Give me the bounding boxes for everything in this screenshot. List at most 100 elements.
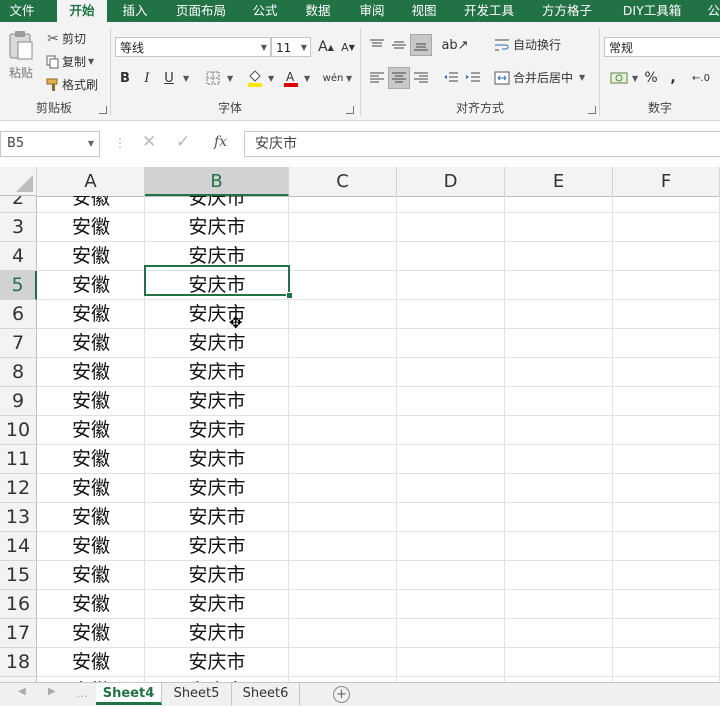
- cell-a[interactable]: 安徽: [37, 503, 145, 532]
- chevron-down-icon[interactable]: ▼: [304, 74, 310, 83]
- align-left-button[interactable]: [366, 67, 388, 89]
- tab-formulas-2[interactable]: 公式: [700, 0, 720, 22]
- increase-indent-button[interactable]: [462, 67, 484, 89]
- cell-a[interactable]: 安徽: [37, 329, 145, 358]
- chevron-down-icon[interactable]: ▼: [346, 74, 352, 83]
- row-header[interactable]: 6: [0, 300, 37, 329]
- row-header[interactable]: 9: [0, 387, 37, 416]
- cell-b[interactable]: 安庆市: [145, 648, 289, 677]
- cell-b[interactable]: 安庆市: [145, 387, 289, 416]
- format-painter-button[interactable]: 格式刷: [44, 76, 98, 93]
- tab-developer[interactable]: 开发工具: [456, 0, 522, 22]
- scroll-left-icon[interactable]: ◀: [18, 686, 26, 697]
- bold-button[interactable]: B: [114, 67, 136, 89]
- cell-b[interactable]: 安庆市: [145, 196, 289, 213]
- cell-b[interactable]: 安庆市: [145, 503, 289, 532]
- grow-font-button[interactable]: A ▲: [315, 36, 337, 58]
- orientation-button[interactable]: ab↗: [440, 34, 470, 56]
- fill-color-button[interactable]: [244, 67, 266, 89]
- tab-fangfang[interactable]: 方方格子: [534, 0, 600, 22]
- cell-a[interactable]: 安徽: [37, 416, 145, 445]
- tab-home[interactable]: 开始: [57, 0, 107, 22]
- formula-input[interactable]: 安庆市: [244, 131, 720, 157]
- cell-a[interactable]: 安徽: [37, 358, 145, 387]
- scroll-right-icon[interactable]: ▶: [48, 686, 56, 697]
- copy-button[interactable]: 复制 ▼: [44, 53, 94, 70]
- sheet-tab-sheet5[interactable]: Sheet5: [162, 683, 232, 705]
- cell-a[interactable]: 安徽: [37, 242, 145, 271]
- tab-view[interactable]: 视图: [402, 0, 446, 22]
- cell-a[interactable]: 安徽: [37, 532, 145, 561]
- cut-button[interactable]: ✂ 剪切: [44, 30, 86, 47]
- underline-button[interactable]: U: [158, 67, 180, 89]
- font-name-dropdown[interactable]: 等线 ▼: [115, 37, 271, 57]
- sheet-tab-sheet4[interactable]: Sheet4: [96, 683, 162, 705]
- column-header-e[interactable]: E: [505, 167, 613, 196]
- font-color-button[interactable]: A: [280, 67, 302, 89]
- cell-b[interactable]: 安庆市: [145, 329, 289, 358]
- cell-b[interactable]: 安庆市: [145, 590, 289, 619]
- sheet-tab-sheet6[interactable]: Sheet6: [232, 683, 300, 705]
- align-center-button[interactable]: [388, 67, 410, 89]
- align-middle-button[interactable]: [388, 34, 410, 56]
- cell-a[interactable]: 安徽: [37, 271, 145, 300]
- wrap-text-button[interactable]: 自动换行: [494, 36, 561, 53]
- confirm-icon[interactable]: ✓: [176, 132, 190, 152]
- row-header[interactable]: 11: [0, 445, 37, 474]
- cell-a[interactable]: 安徽: [37, 619, 145, 648]
- row-header[interactable]: 3: [0, 213, 37, 242]
- chevron-down-icon[interactable]: ▼: [268, 74, 274, 83]
- cell-b[interactable]: 安庆市: [145, 474, 289, 503]
- cell-b[interactable]: 安庆市: [145, 561, 289, 590]
- column-header-a[interactable]: A: [37, 167, 145, 196]
- add-sheet-icon[interactable]: +: [333, 686, 350, 703]
- tab-diy-toolbox[interactable]: DIY工具箱: [612, 0, 692, 22]
- column-header-d[interactable]: D: [397, 167, 505, 196]
- align-top-button[interactable]: [366, 34, 388, 56]
- row-header[interactable]: 12: [0, 474, 37, 503]
- name-box[interactable]: B5 ▼: [0, 131, 100, 157]
- font-launcher-icon[interactable]: [346, 106, 354, 114]
- more-sheets-icon[interactable]: …: [76, 686, 88, 700]
- number-format-dropdown[interactable]: 常规: [604, 37, 720, 57]
- accounting-format-button[interactable]: [606, 67, 632, 89]
- phonetic-button[interactable]: wén: [322, 67, 344, 89]
- cell-b[interactable]: 安庆市: [145, 445, 289, 474]
- chevron-down-icon[interactable]: ▼: [227, 74, 233, 83]
- column-header-b[interactable]: B: [145, 167, 289, 196]
- row-header[interactable]: 15: [0, 561, 37, 590]
- tab-page-layout[interactable]: 页面布局: [168, 0, 234, 22]
- row-header[interactable]: 4: [0, 242, 37, 271]
- column-header-f[interactable]: F: [613, 167, 720, 196]
- cell-a[interactable]: 安徽: [37, 196, 145, 213]
- cell-b[interactable]: 安庆市: [145, 532, 289, 561]
- cell-b[interactable]: 安庆市: [145, 416, 289, 445]
- worksheet-grid[interactable]: 2 安徽 安庆市 3 安徽 安庆市 4 安徽 安庆市 5 安徽 安庆市 6 安徽 安庆市 7 安徽 安庆市 8 安徽安…: [0, 196, 720, 682]
- cell-b[interactable]: 安庆市: [145, 300, 289, 329]
- column-header-c[interactable]: C: [289, 167, 397, 196]
- row-header[interactable]: 17: [0, 619, 37, 648]
- comma-style-button[interactable]: ,: [662, 67, 684, 89]
- tab-file[interactable]: 文件: [0, 0, 44, 22]
- tab-data[interactable]: 数据: [296, 0, 340, 22]
- cell-a[interactable]: 安徽: [37, 213, 145, 242]
- cell-b[interactable]: 安庆市: [145, 358, 289, 387]
- cell-a[interactable]: 安徽: [37, 648, 145, 677]
- select-all-button[interactable]: [0, 167, 37, 196]
- row-header[interactable]: 16: [0, 590, 37, 619]
- clipboard-launcher-icon[interactable]: [99, 106, 107, 114]
- cell-b[interactable]: 安庆市: [145, 213, 289, 242]
- percent-button[interactable]: %: [640, 67, 662, 89]
- row-header[interactable]: 7: [0, 329, 37, 358]
- decrease-indent-button[interactable]: [440, 67, 462, 89]
- cell-a[interactable]: 安徽: [37, 445, 145, 474]
- font-size-dropdown[interactable]: 11 ▼: [271, 37, 311, 57]
- fill-handle[interactable]: [286, 292, 293, 299]
- paste-button[interactable]: 粘贴: [4, 30, 38, 81]
- italic-button[interactable]: I: [136, 67, 158, 89]
- cell-a[interactable]: 安徽: [37, 474, 145, 503]
- borders-button[interactable]: [202, 67, 224, 89]
- row-header[interactable]: 14: [0, 532, 37, 561]
- chevron-down-icon[interactable]: ▼: [632, 74, 638, 83]
- insert-function-button[interactable]: fx: [214, 134, 227, 150]
